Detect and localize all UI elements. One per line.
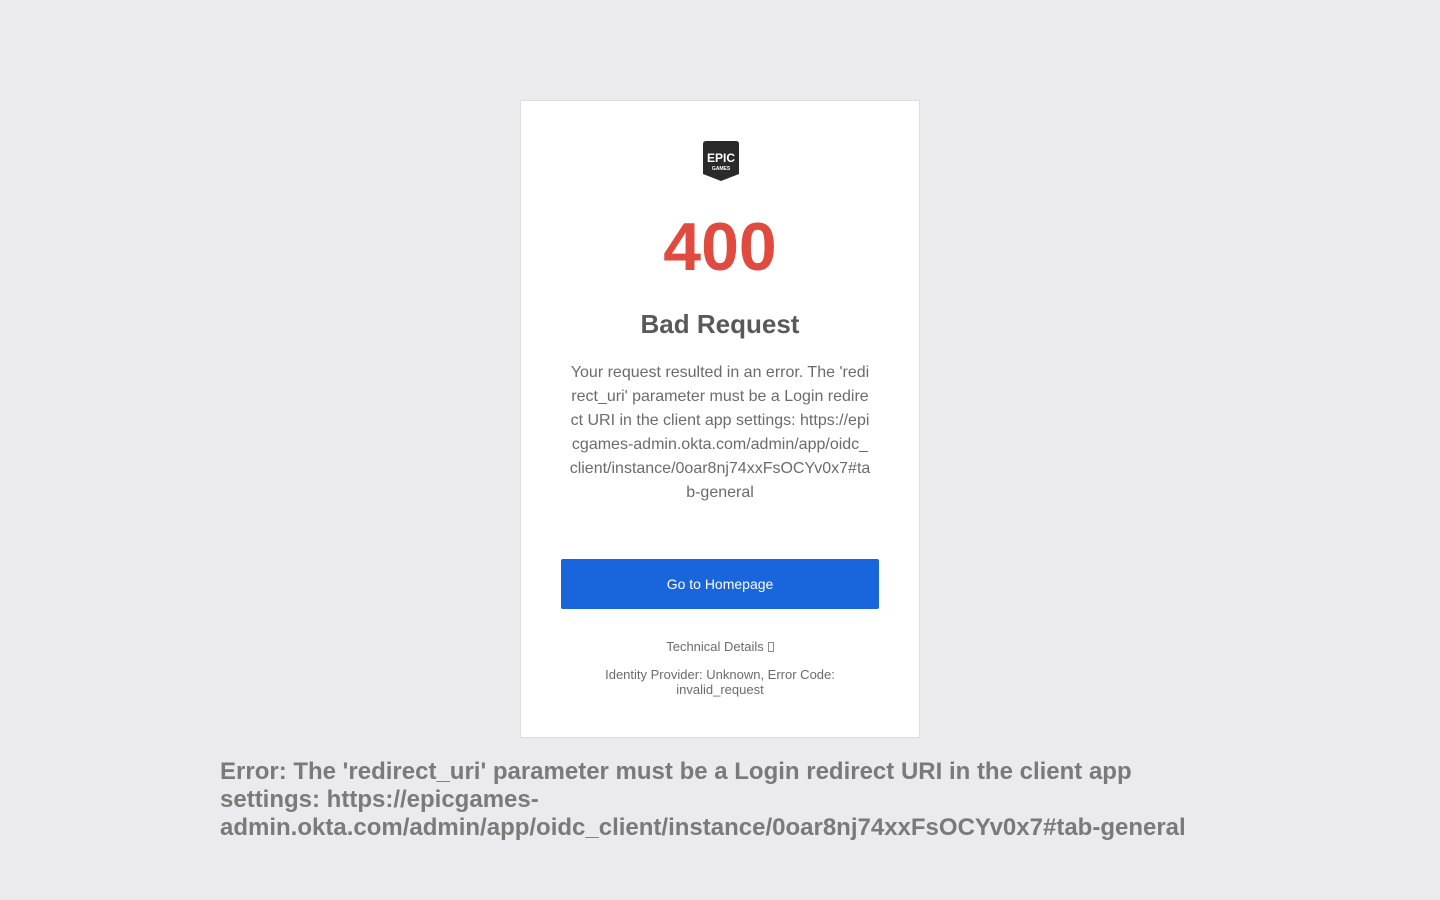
- page: EPIC GAMES 400 Bad Request Your request …: [0, 0, 1440, 900]
- error-message: Your request resulted in an error. The '…: [569, 364, 871, 501]
- go-to-homepage-button[interactable]: Go to Homepage: [561, 559, 879, 609]
- error-footer-message: Error: The 'redirect_uri' parameter must…: [220, 758, 1186, 841]
- logo-text-games: GAMES: [712, 166, 731, 172]
- technical-details-toggle[interactable]: Technical Details: [521, 639, 919, 655]
- epic-games-logo: EPIC GAMES: [703, 141, 739, 181]
- error-title: Bad Request: [640, 309, 800, 339]
- error-code: 400: [663, 209, 777, 285]
- logo-text-epic: EPIC: [707, 151, 735, 165]
- technical-details-label: Technical Details: [666, 639, 764, 654]
- chevron-icon: [767, 642, 774, 652]
- error-card: EPIC GAMES 400 Bad Request Your request …: [520, 100, 920, 738]
- technical-details-text: Identity Provider: Unknown, Error Code: …: [605, 667, 835, 697]
